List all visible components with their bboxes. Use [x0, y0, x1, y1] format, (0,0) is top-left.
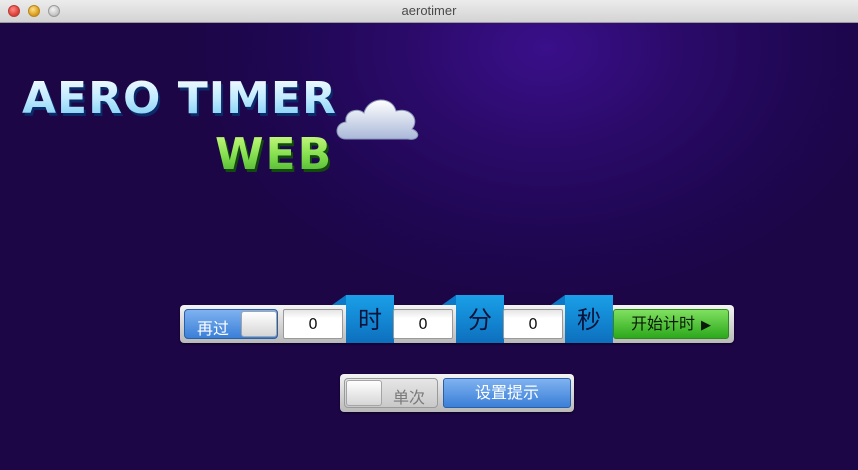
cloud-icon [336, 99, 419, 140]
title-bar: aerotimer [0, 0, 858, 23]
window-title: aerotimer [401, 3, 457, 18]
repeat-toggle[interactable]: 再过 [184, 309, 278, 339]
app-content: AERO TIMER WEB 再过 时 分 [0, 23, 858, 470]
alert-control-bar: 单次 设置提示 [340, 374, 574, 412]
seconds-input[interactable] [503, 309, 563, 339]
toggle-knob[interactable] [241, 311, 277, 337]
hours-unit-label: 时 [332, 295, 394, 343]
timer-control-bar: 再过 时 分 秒 开始计时 ▶ [180, 295, 734, 343]
logo-subtitle: WEB [215, 129, 334, 180]
seconds-unit-label: 秒 [551, 295, 613, 343]
repeat-label: 再过 [197, 319, 230, 338]
play-icon: ▶ [701, 318, 711, 333]
once-label: 单次 [393, 388, 426, 407]
hours-input[interactable] [283, 309, 343, 339]
toggle-knob[interactable] [346, 380, 382, 406]
once-toggle[interactable]: 单次 [344, 378, 438, 408]
set-alert-button[interactable]: 设置提示 [443, 378, 571, 408]
app-window: aerotimer AERO TIMER WEB 再过 时 [0, 0, 858, 470]
minutes-unit-label: 分 [442, 295, 504, 343]
start-timer-label: 开始计时 [630, 314, 695, 333]
minutes-input[interactable] [393, 309, 453, 339]
logo-title: AERO TIMER [22, 73, 337, 124]
start-timer-button[interactable]: 开始计时 ▶ [613, 309, 729, 339]
aero-timer-logo: AERO TIMER WEB [22, 73, 422, 213]
